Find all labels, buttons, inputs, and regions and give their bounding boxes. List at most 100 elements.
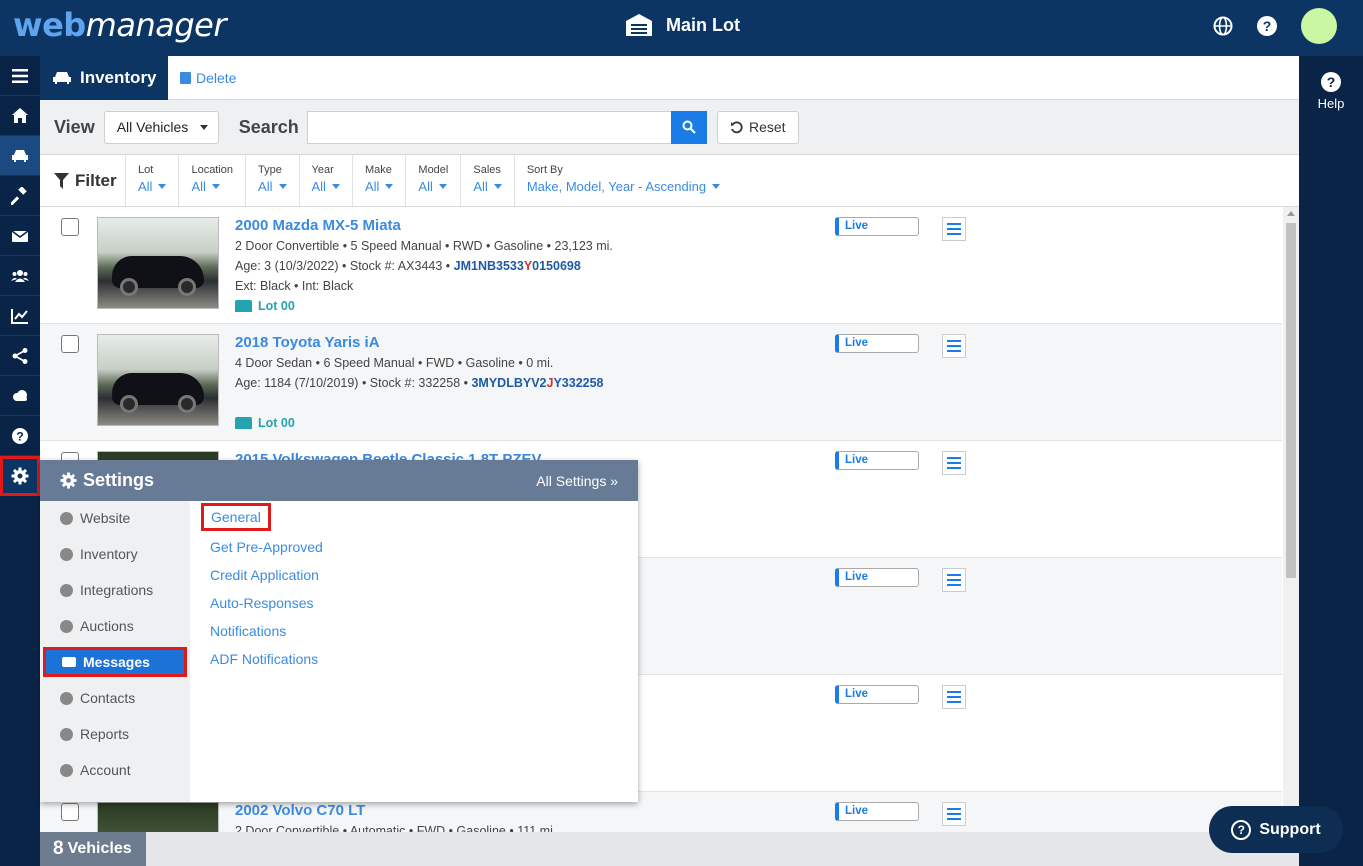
question-icon: ? [1231,819,1252,840]
filter-name: Model [418,164,449,176]
category-label: Contacts [80,690,136,706]
row-checkbox[interactable] [61,335,79,353]
support-label: Support [1259,820,1321,838]
scroll-up-icon[interactable] [1287,211,1295,216]
filter-sales[interactable]: Sales All [461,155,515,206]
tab-inventory[interactable]: Inventory [40,55,168,100]
settings-category-auctions[interactable]: Auctions [40,611,190,641]
vehicle-title[interactable]: 2000 Mazda MX-5 Miata [235,217,401,234]
sort-by[interactable]: Sort By Make, Model, Year - Ascending [515,155,732,206]
vehicle-photo[interactable] [97,217,219,309]
settings-category-integrations[interactable]: Integrations [40,575,190,605]
scrollbar[interactable] [1283,207,1299,832]
filter-year[interactable]: Year All [300,155,353,206]
brand-logo[interactable]: webmanager [13,6,227,44]
vehicle-photo[interactable] [97,802,219,832]
scroll-thumb[interactable] [1286,223,1296,578]
sort-label: Sort By [526,164,563,176]
trash-icon [180,71,191,84]
filter-type[interactable]: Type All [246,155,300,206]
gavel-icon [60,619,73,633]
settings-category-inventory[interactable]: Inventory [40,539,190,569]
filter-location[interactable]: Location All [179,155,247,206]
settings-link-get-pre-approved[interactable]: Get Pre-Approved [210,539,323,555]
status-badge[interactable]: Live [835,451,919,470]
chevron-down-icon [493,184,502,189]
settings-category-contacts[interactable]: Contacts [40,683,190,713]
row-menu-button[interactable] [942,217,966,241]
category-label: Inventory [80,546,138,562]
search-button[interactable] [670,110,707,144]
vehicle-photo[interactable] [97,334,219,426]
support-button[interactable]: ? Support [1209,806,1343,853]
row-checkbox[interactable] [61,218,79,236]
filter-value: All [473,179,488,194]
envelope-icon[interactable] [0,216,40,256]
svg-text:?: ? [16,429,23,443]
menu-icon[interactable] [0,56,40,96]
settings-category-account[interactable]: Account [40,755,190,785]
chevron-down-icon [712,184,721,189]
globe-icon [60,511,73,525]
status-badge[interactable]: Live [835,217,919,236]
vehicle-row[interactable]: 2000 Mazda MX-5 Miata 2 Door Convertible… [40,207,1282,324]
all-settings-link[interactable]: All Settings » [536,473,618,489]
vin-part: Y332258 [553,376,604,390]
settings-link-adf-notifications[interactable]: ADF Notifications [210,651,318,667]
settings-link-credit-application[interactable]: Credit Application [210,567,319,583]
filter-value: All [191,179,206,194]
row-menu-button[interactable] [942,451,966,475]
bottom-bar: 8 Vehicles [40,832,1299,866]
globe-icon[interactable] [1213,16,1233,36]
search-input[interactable] [306,110,671,144]
settings-category-reports[interactable]: Reports [40,719,190,749]
help-label: Help [1317,96,1345,111]
status-badge[interactable]: Live [835,685,919,704]
settings-category-messages[interactable]: Messages [43,647,187,677]
vehicle-row[interactable]: 2018 Toyota Yaris iA 4 Door Sedan • 6 Sp… [40,324,1282,441]
delete-button[interactable]: Delete [180,70,236,86]
row-menu-button[interactable] [942,334,966,358]
view-bar: View All Vehicles Search Reset [40,100,1299,155]
tab-inventory-label: Inventory [80,67,157,87]
view-select[interactable]: All Vehicles [103,110,219,144]
cloud-icon[interactable] [0,376,40,416]
vehicle-specs: 2 Door Convertible • Automatic • FWD • G… [235,824,557,832]
location-selector[interactable]: Main Lot [624,13,740,37]
row-menu-button[interactable] [942,802,966,826]
gear-icon[interactable] [0,456,40,496]
car-icon[interactable] [0,136,40,176]
filter-value: All [258,179,273,194]
question-icon[interactable]: ? [0,416,40,456]
reset-button[interactable]: Reset [716,110,799,144]
help-icon[interactable]: ? [1257,16,1277,36]
status-badge[interactable]: Live [835,334,919,353]
help-circle-icon: ? [1321,72,1341,92]
home-icon[interactable] [0,96,40,136]
gavel-icon[interactable] [0,176,40,216]
filter-lot[interactable]: Lot All [126,155,180,206]
row-menu-button[interactable] [942,568,966,592]
user-avatar[interactable] [1301,8,1337,44]
chevron-down-icon [331,184,340,189]
settings-title: Settings [83,470,155,490]
settings-link-auto-responses[interactable]: Auto-Responses [210,595,314,611]
settings-category-website[interactable]: Website [40,503,190,533]
share-icon[interactable] [0,336,40,376]
status-badge[interactable]: Live [835,568,919,587]
shield-icon [60,763,73,777]
settings-link-general[interactable]: General [201,503,271,531]
status-badge[interactable]: Live [835,802,919,821]
row-menu-button[interactable] [942,685,966,709]
age-stock-text: Age: 1184 (7/10/2019) • Stock #: 332258 … [235,376,472,390]
filter-make[interactable]: Make All [353,155,407,206]
category-label: Reports [80,726,130,742]
settings-link-notifications[interactable]: Notifications [210,623,286,639]
filter-model[interactable]: Model All [406,155,462,206]
users-icon[interactable] [0,256,40,296]
help-panel[interactable]: ? Help [1299,56,1363,866]
chart-icon[interactable] [0,296,40,336]
vehicle-title[interactable]: 2018 Toyota Yaris iA [235,334,380,351]
vehicle-title[interactable]: 2002 Volvo C70 LT [235,802,365,819]
row-checkbox[interactable] [61,803,79,821]
